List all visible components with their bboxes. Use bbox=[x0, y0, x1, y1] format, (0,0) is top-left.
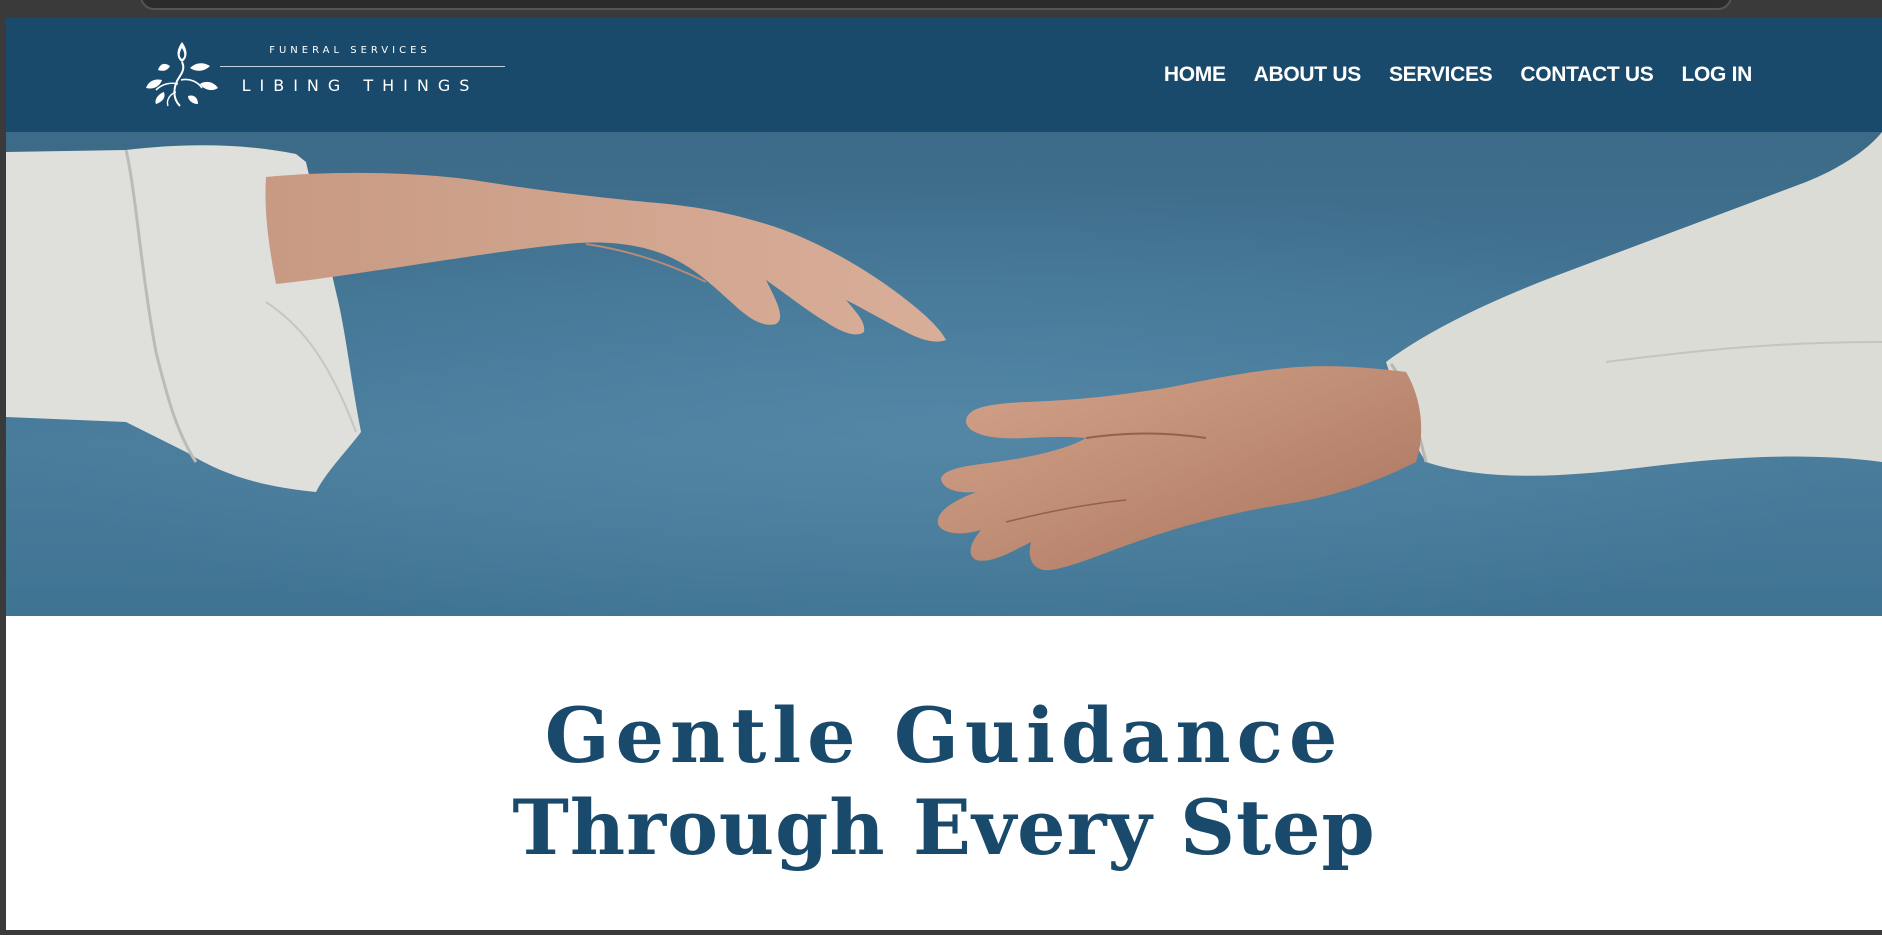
headline-line-2: Through Every Step bbox=[512, 783, 1376, 872]
headline-line-1: Gentle Guidance bbox=[544, 691, 1344, 780]
nav-home[interactable]: HOME bbox=[1164, 63, 1226, 87]
leaf-branch-icon bbox=[146, 42, 218, 107]
hands-illustration bbox=[6, 132, 1882, 616]
main-navigation: HOME ABOUT US SERVICES CONTACT US LOG IN bbox=[1164, 18, 1752, 132]
browser-top-bar bbox=[140, 0, 1732, 10]
brand-name: LIBING THINGS bbox=[241, 76, 479, 95]
nav-contact-us[interactable]: CONTACT US bbox=[1520, 63, 1653, 87]
web-page: FUNERAL SERVICES LIBING THINGS HOME ABOU… bbox=[6, 18, 1882, 930]
hero-image bbox=[6, 132, 1882, 616]
site-header: FUNERAL SERVICES LIBING THINGS HOME ABOU… bbox=[6, 18, 1882, 132]
brand-logo[interactable]: FUNERAL SERVICES LIBING THINGS bbox=[140, 38, 510, 108]
hero-headline: Gentle Guidance Through Every Step bbox=[6, 690, 1882, 874]
logo-divider bbox=[220, 66, 505, 67]
nav-log-in[interactable]: LOG IN bbox=[1681, 63, 1752, 87]
nav-services[interactable]: SERVICES bbox=[1389, 63, 1493, 87]
nav-about-us[interactable]: ABOUT US bbox=[1254, 63, 1362, 87]
brand-tagline: FUNERAL SERVICES bbox=[269, 45, 431, 56]
